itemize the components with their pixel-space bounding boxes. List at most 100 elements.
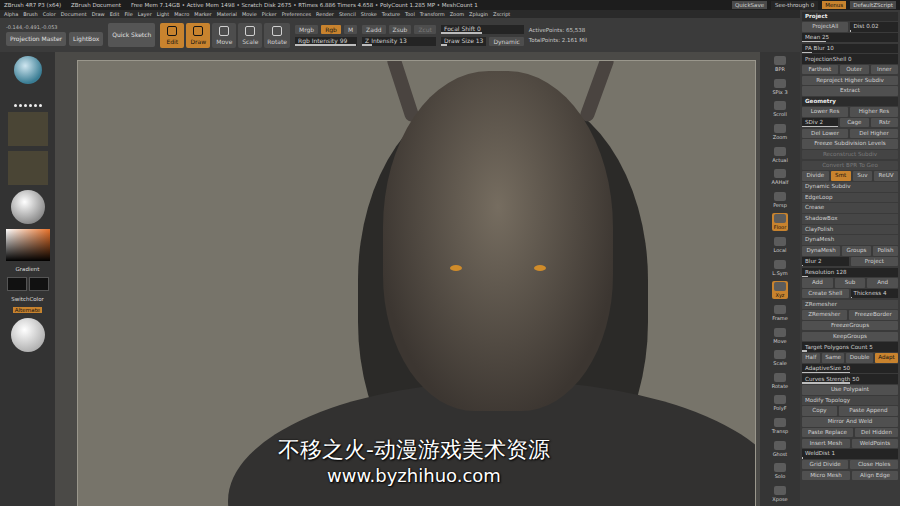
palette-button[interactable]: Align Edge [852, 471, 898, 481]
stroke-dots-icon[interactable] [13, 89, 43, 107]
menu-item[interactable]: Material [217, 11, 237, 17]
menu-item[interactable]: File [124, 11, 132, 17]
menu-item[interactable]: Macro [174, 11, 189, 17]
material-icon[interactable] [11, 190, 45, 224]
toolbar-button[interactable]: LightBox [69, 32, 103, 46]
palette-button[interactable]: Copy [802, 406, 837, 416]
mode-button[interactable]: Draw [186, 23, 210, 48]
palette-button[interactable]: FreezeBorder [849, 310, 899, 320]
palette-button[interactable]: Create Shell [802, 289, 849, 299]
focal-shift-slider[interactable]: Focal Shift 0 [441, 25, 524, 34]
palette-slider[interactable]: Dist 0.02 [850, 22, 898, 32]
palette-button[interactable]: Outer [840, 65, 869, 75]
palette-button[interactable]: Reproject Higher Subdiv [802, 76, 898, 86]
shelf-button[interactable]: Floor [772, 213, 788, 231]
palette-label[interactable]: Dynamic Subdiv [802, 182, 898, 192]
palette-slider[interactable]: Mean 25 [802, 33, 898, 43]
dynamic-button[interactable]: Dynamic [489, 37, 523, 46]
shelf-button[interactable]: Persp [771, 191, 789, 209]
mode-button[interactable]: Rotate [264, 23, 290, 48]
palette-button[interactable]: Rstr [871, 118, 898, 128]
rgb-intensity-slider[interactable]: Rgb Intensity 99 [295, 37, 357, 46]
palette-button[interactable]: Same [822, 353, 845, 363]
palette-label[interactable]: Crease [802, 203, 898, 213]
palette-button[interactable]: Suv [853, 171, 872, 181]
palette-slider[interactable]: Thickness 4 [851, 289, 898, 299]
palette-slider[interactable]: Resolution 128 [802, 268, 898, 278]
toolbar-button[interactable]: Projection Master [6, 32, 66, 46]
color-toggle[interactable]: Rgb [321, 25, 341, 34]
shelf-button[interactable]: Rotate [770, 372, 790, 390]
palette-button[interactable]: Double [846, 353, 873, 363]
menu-item[interactable]: Zoom [450, 11, 464, 17]
palette-button[interactable]: WeldPoints [852, 439, 898, 449]
palette-button[interactable]: Add [802, 278, 833, 288]
palette-button[interactable]: Divide [802, 171, 829, 181]
palette-slider[interactable]: SDiv 2 [802, 118, 838, 128]
color-toggle[interactable]: M [344, 25, 357, 34]
shelf-button[interactable]: Zoom [771, 123, 789, 141]
menu-item[interactable]: Marker [194, 11, 211, 17]
z-toggle[interactable]: Zsub [389, 25, 412, 34]
shelf-button[interactable]: L.Sym [770, 259, 789, 277]
palette-slider[interactable]: Target Polygons Count 5 [802, 342, 898, 352]
palette-button[interactable]: Cage [840, 118, 870, 128]
palette-button[interactable]: Smt [831, 171, 851, 181]
palette-button[interactable]: Mirror And Weld [802, 417, 898, 427]
palette-button[interactable]: Reconstruct Subdiv [802, 150, 898, 160]
color-toggle[interactable]: Mrgb [295, 25, 318, 34]
switch-color[interactable] [7, 277, 49, 291]
menu-item[interactable]: Stroke [361, 11, 377, 17]
palette-button[interactable]: Close Holes [850, 460, 898, 470]
mode-button[interactable]: Edit [160, 23, 184, 48]
palette-button[interactable]: Higher Res [850, 107, 898, 117]
shelf-button[interactable]: PolyF [771, 394, 788, 412]
palette-label[interactable]: ZRemesher [802, 300, 898, 310]
menu-item[interactable]: Render [316, 11, 334, 17]
palette-button[interactable]: Polish [873, 246, 898, 256]
menu-item[interactable]: Preferences [282, 11, 311, 17]
palette-button[interactable]: Freeze Subdivision Levels [802, 139, 898, 149]
switch-color-label[interactable]: SwitchColor [9, 296, 46, 302]
shelf-button[interactable]: Xpose [770, 485, 789, 503]
menu-item[interactable]: Edit [110, 11, 120, 17]
menu-item[interactable]: Light [157, 11, 169, 17]
menu-item[interactable]: Color [43, 11, 56, 17]
subpalette-title[interactable]: Project [802, 12, 898, 21]
palette-button[interactable]: Paste Replace [802, 428, 853, 438]
palette-slider[interactable]: ProjectionShell 0 [802, 54, 898, 64]
shelf-button[interactable]: Scale [771, 349, 788, 367]
z-toggle[interactable]: Zcut [414, 25, 436, 34]
palette-button[interactable]: Inner [871, 65, 898, 75]
palette-label[interactable]: ShadowBox [802, 214, 898, 224]
menu-item[interactable]: Picker [262, 11, 277, 17]
palette-label[interactable]: EdgeLoop [802, 193, 898, 203]
gradient-label[interactable]: Gradient [14, 266, 42, 272]
z-toggle[interactable]: Zadd [362, 25, 385, 34]
mode-button[interactable]: Move [212, 23, 236, 48]
palette-button[interactable]: Adapt [875, 353, 898, 363]
shelf-button[interactable]: AAHalf [770, 168, 791, 186]
document-canvas[interactable]: 不移之火-动漫游戏美术资源 www.byzhihuo.com [77, 60, 756, 506]
palette-label[interactable]: ClayPolish [802, 225, 898, 235]
draw-size-slider[interactable]: Draw Size 13 [441, 37, 486, 46]
shelf-button[interactable]: Local [772, 236, 789, 254]
palette-button[interactable]: Micro Mesh [802, 471, 850, 481]
z-intensity-slider[interactable]: Z Intensity 13 [362, 37, 436, 46]
shelf-button[interactable]: SPix 3 [770, 78, 789, 96]
menu-item[interactable]: Transform [420, 11, 445, 17]
palette-slider[interactable]: Blur 2 [802, 257, 849, 267]
palette-slider[interactable]: AdaptiveSize 50 [802, 364, 898, 374]
menu-item[interactable]: Brush [23, 11, 37, 17]
shelf-button[interactable]: Move [771, 327, 788, 345]
palette-button[interactable]: FreezeGroups [802, 321, 898, 331]
alternate-button[interactable]: Alternate [13, 307, 42, 313]
shelf-button[interactable]: Transp [770, 417, 790, 435]
subpalette-title[interactable]: Geometry [802, 97, 898, 106]
menu-item[interactable]: Zplugin [469, 11, 488, 17]
palette-button[interactable]: Extract [802, 86, 898, 96]
menu-item[interactable]: Movie [242, 11, 257, 17]
texture-box[interactable] [8, 151, 48, 185]
palette-button[interactable]: Farthest [802, 65, 838, 75]
shelf-button[interactable]: Scroll [771, 100, 789, 118]
